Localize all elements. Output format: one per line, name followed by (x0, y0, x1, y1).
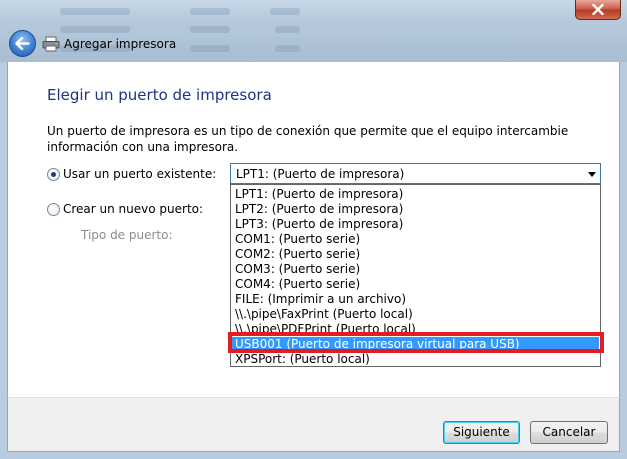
port-option[interactable]: COM1: (Puerto serie) (232, 232, 599, 247)
port-option[interactable]: COM4: (Puerto serie) (232, 277, 599, 292)
port-option[interactable]: COM2: (Puerto serie) (232, 247, 599, 262)
port-option[interactable]: COM3: (Puerto serie) (232, 262, 599, 277)
footer-bar (7, 397, 620, 452)
back-button[interactable] (9, 30, 36, 57)
port-option[interactable]: XPSPort: (Puerto local) (232, 352, 599, 367)
dropdown-arrow-icon[interactable] (588, 172, 596, 177)
back-arrow-icon (15, 37, 30, 50)
page-heading: Elegir un puerto de impresora (47, 86, 272, 104)
page-description: Un puerto de impresora es un tipo de con… (47, 124, 569, 154)
window-title: Agregar impresora (64, 37, 177, 51)
port-combobox-value: LPT1: (Puerto de impresora) (236, 167, 405, 181)
new-port-label[interactable]: Crear un nuevo puerto: (63, 202, 203, 216)
close-icon (592, 4, 604, 15)
next-button[interactable]: Siguiente (443, 421, 520, 444)
port-combobox[interactable]: LPT1: (Puerto de impresora) (230, 163, 601, 184)
printer-icon (42, 36, 60, 52)
existing-port-label[interactable]: Usar un puerto existente: (63, 167, 216, 181)
port-type-label: Tipo de puerto: (81, 228, 173, 242)
window-frame-bottom (0, 452, 627, 459)
existing-port-radio[interactable] (47, 168, 60, 181)
background-window-ghost (0, 0, 627, 62)
close-button[interactable] (575, 0, 621, 20)
new-port-radio[interactable] (47, 203, 60, 216)
cancel-button[interactable]: Cancelar (530, 421, 608, 444)
window-frame-right (620, 62, 627, 452)
port-option[interactable]: FILE: (Imprimir a un archivo) (232, 292, 599, 307)
port-option[interactable]: \\.\pipe\FaxPrint (Puerto local) (232, 307, 599, 322)
annotation-highlight-box (228, 332, 604, 353)
title-bar: Agregar impresora (0, 0, 627, 62)
window-frame-left (0, 62, 7, 452)
port-option[interactable]: LPT3: (Puerto de impresora) (232, 217, 599, 232)
port-option[interactable]: LPT2: (Puerto de impresora) (232, 202, 599, 217)
port-option[interactable]: LPT1: (Puerto de impresora) (232, 187, 599, 202)
